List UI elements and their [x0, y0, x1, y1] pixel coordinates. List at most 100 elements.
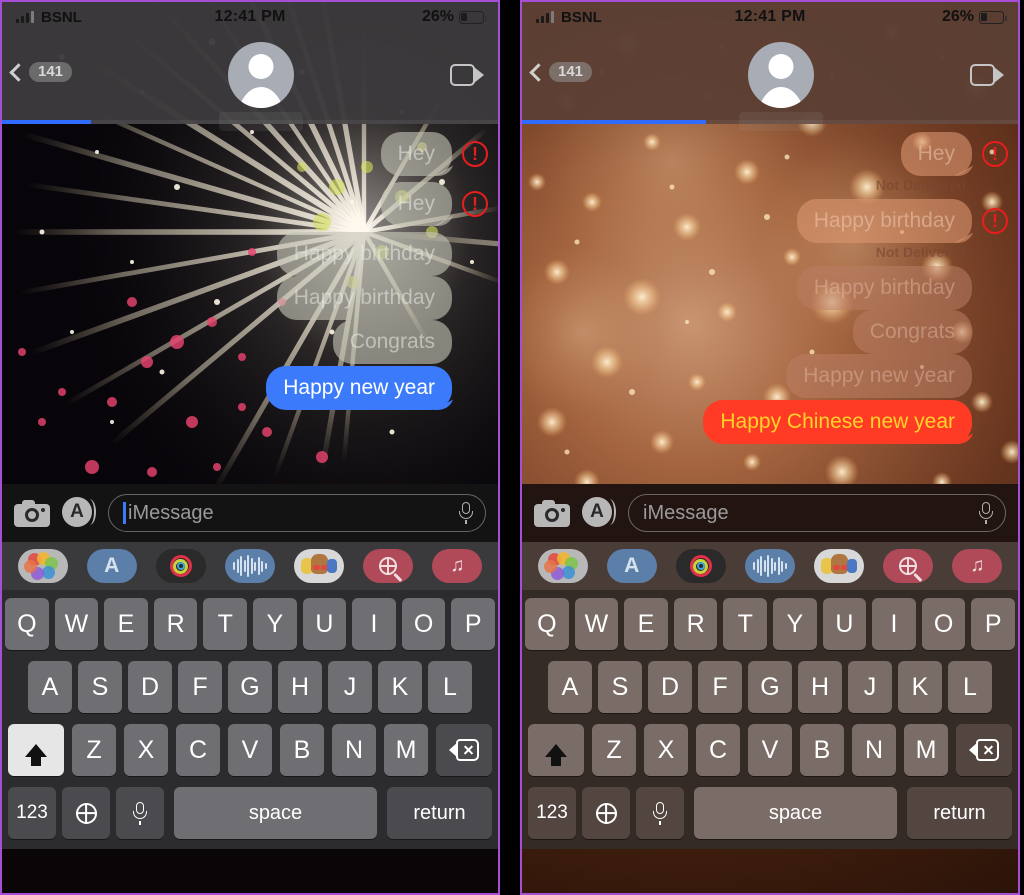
- images-search-icon[interactable]: [363, 549, 414, 583]
- key-h[interactable]: H: [278, 661, 322, 713]
- message-list[interactable]: Hey ! Not Delivered Happy birthday ! Not…: [522, 124, 1018, 484]
- message-bubble[interactable]: Happy birthday: [276, 232, 452, 276]
- return-key[interactable]: return: [907, 787, 1012, 839]
- message-row[interactable]: Hey !: [12, 182, 488, 226]
- key-h[interactable]: H: [798, 661, 842, 713]
- app-store-icon[interactable]: A: [86, 549, 137, 583]
- key-k[interactable]: K: [898, 661, 942, 713]
- imessage-input[interactable]: iMessage: [628, 494, 1006, 532]
- key-l[interactable]: L: [428, 661, 472, 713]
- camera-icon[interactable]: [534, 499, 570, 527]
- camera-icon[interactable]: [14, 499, 50, 527]
- key-m[interactable]: M: [384, 724, 428, 776]
- key-e[interactable]: E: [624, 598, 668, 650]
- key-o[interactable]: O: [401, 598, 446, 650]
- message-row[interactable]: Congrats: [12, 320, 488, 364]
- key-u[interactable]: U: [302, 598, 347, 650]
- back-button[interactable]: 141: [529, 62, 593, 82]
- message-row[interactable]: Happy new year: [532, 354, 1008, 398]
- photos-icon[interactable]: [17, 549, 68, 583]
- key-l[interactable]: L: [948, 661, 992, 713]
- contact-avatar-icon[interactable]: [228, 42, 295, 108]
- key-r[interactable]: R: [673, 598, 718, 650]
- globe-key[interactable]: [62, 787, 110, 839]
- message-bubble[interactable]: Happy new year: [786, 354, 972, 398]
- message-bubble[interactable]: Congrats: [332, 320, 452, 364]
- key-q[interactable]: Q: [525, 598, 569, 650]
- message-row[interactable]: Hey !: [12, 132, 488, 176]
- key-a[interactable]: A: [548, 661, 592, 713]
- key-t[interactable]: T: [723, 598, 767, 650]
- key-x[interactable]: X: [644, 724, 688, 776]
- backspace-key[interactable]: [956, 724, 1012, 776]
- space-key[interactable]: space: [174, 787, 377, 839]
- key-c[interactable]: C: [176, 724, 220, 776]
- key-y[interactable]: Y: [773, 598, 817, 650]
- on-screen-keyboard[interactable]: Q W E R T Y U I O P A S D F G H J K L Z …: [522, 590, 1018, 849]
- key-y[interactable]: Y: [253, 598, 297, 650]
- message-row[interactable]: Happy birthday: [532, 266, 1008, 310]
- key-c[interactable]: C: [696, 724, 740, 776]
- dictation-key[interactable]: [636, 787, 684, 839]
- key-w[interactable]: W: [574, 598, 619, 650]
- key-k[interactable]: K: [378, 661, 422, 713]
- fitness-icon[interactable]: [675, 549, 726, 583]
- message-row[interactable]: Happy birthday: [12, 232, 488, 276]
- music-icon[interactable]: ♫: [432, 549, 483, 583]
- on-screen-keyboard[interactable]: Q W E R T Y U I O P A S D F G H J K L Z …: [2, 590, 498, 849]
- key-d[interactable]: D: [648, 661, 692, 713]
- app-store-icon[interactable]: A: [582, 497, 616, 529]
- dictation-key[interactable]: [116, 787, 164, 839]
- contact-header[interactable]: [72, 40, 450, 131]
- message-bubble[interactable]: Hey: [900, 132, 972, 176]
- key-f[interactable]: F: [178, 661, 222, 713]
- space-key[interactable]: space: [694, 787, 897, 839]
- key-p[interactable]: P: [451, 598, 495, 650]
- key-t[interactable]: T: [203, 598, 247, 650]
- message-row[interactable]: Happy birthday: [12, 276, 488, 320]
- message-bubble[interactable]: Happy Chinese new year: [703, 400, 972, 444]
- message-row[interactable]: Hey !: [532, 132, 1008, 176]
- photos-icon[interactable]: [537, 549, 588, 583]
- key-w[interactable]: W: [54, 598, 99, 650]
- return-key[interactable]: return: [387, 787, 492, 839]
- key-x[interactable]: X: [124, 724, 168, 776]
- key-j[interactable]: J: [848, 661, 892, 713]
- video-camera-icon[interactable]: [970, 64, 1004, 86]
- back-button[interactable]: 141: [9, 62, 73, 82]
- voice-memo-icon[interactable]: [224, 549, 275, 583]
- message-bubble[interactable]: Hey: [380, 132, 452, 176]
- message-bubble[interactable]: Happy birthday: [796, 199, 972, 243]
- memoji-icon[interactable]: [814, 549, 865, 583]
- message-bubble[interactable]: Hey: [380, 182, 452, 226]
- message-bubble[interactable]: Happy new year: [266, 366, 452, 410]
- microphone-icon[interactable]: [979, 502, 993, 524]
- video-camera-icon[interactable]: [450, 64, 484, 86]
- music-icon[interactable]: ♫: [952, 549, 1003, 583]
- key-p[interactable]: P: [971, 598, 1015, 650]
- not-delivered-error-icon[interactable]: !: [462, 191, 488, 217]
- contact-avatar-icon[interactable]: [748, 42, 815, 108]
- numbers-key[interactable]: 123: [528, 787, 576, 839]
- key-e[interactable]: E: [104, 598, 148, 650]
- app-store-icon[interactable]: A: [606, 549, 657, 583]
- key-g[interactable]: G: [228, 661, 272, 713]
- key-n[interactable]: N: [852, 724, 896, 776]
- key-b[interactable]: B: [800, 724, 844, 776]
- key-f[interactable]: F: [698, 661, 742, 713]
- not-delivered-error-icon[interactable]: !: [462, 141, 488, 167]
- imessage-app-drawer[interactable]: A ♫: [522, 542, 1018, 590]
- message-list[interactable]: Hey ! Hey ! Happy birthday Happy birthda…: [2, 124, 498, 484]
- key-i[interactable]: I: [352, 598, 396, 650]
- key-i[interactable]: I: [872, 598, 916, 650]
- not-delivered-error-icon[interactable]: !: [982, 141, 1008, 167]
- message-bubble[interactable]: Happy birthday: [276, 276, 452, 320]
- backspace-key[interactable]: [436, 724, 492, 776]
- key-s[interactable]: S: [78, 661, 122, 713]
- key-j[interactable]: J: [328, 661, 372, 713]
- key-a[interactable]: A: [28, 661, 72, 713]
- fitness-icon[interactable]: [155, 549, 206, 583]
- globe-key[interactable]: [582, 787, 630, 839]
- key-v[interactable]: V: [228, 724, 272, 776]
- message-row[interactable]: Happy birthday !: [532, 199, 1008, 243]
